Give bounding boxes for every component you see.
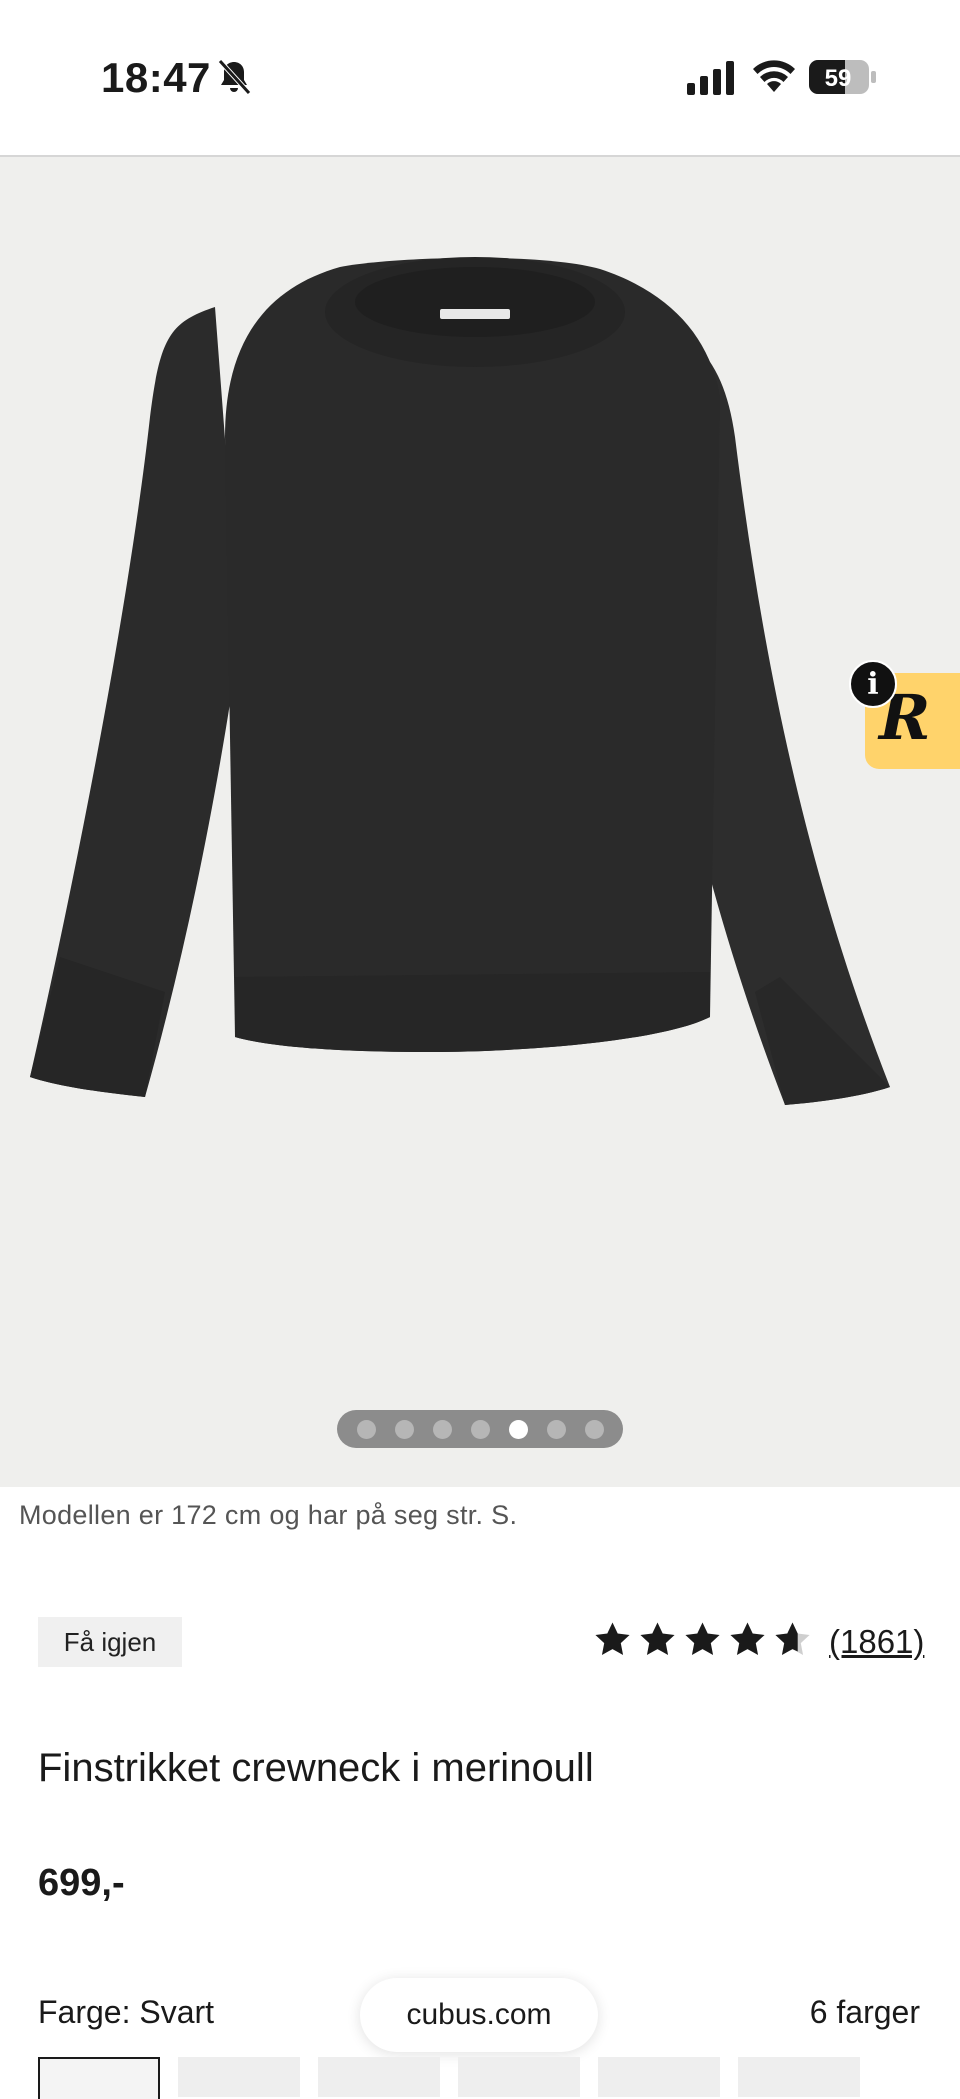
color-swatch[interactable] [738, 2057, 860, 2097]
star-icon [640, 1622, 675, 1655]
pager-dot[interactable] [546, 1419, 566, 1439]
pager-dot[interactable] [584, 1419, 604, 1439]
color-swatch[interactable] [598, 2057, 720, 2097]
wifi-icon [753, 60, 795, 92]
color-label: Farge: Svart [38, 1994, 215, 2030]
star-icon [685, 1622, 720, 1655]
image-pager[interactable] [337, 1410, 623, 1448]
battery-icon: 59 [808, 59, 878, 95]
star-icon [595, 1622, 630, 1655]
pager-dot[interactable] [394, 1419, 414, 1439]
battery-level: 59 [825, 65, 852, 92]
model-size-note: Modellen er 172 cm og har på seg str. S. [19, 1500, 518, 1530]
pager-dot-active[interactable] [508, 1419, 528, 1439]
color-swatch[interactable] [318, 2057, 440, 2097]
color-count: 6 farger [809, 1994, 920, 2030]
star-icon [730, 1622, 765, 1655]
pager-dot[interactable] [470, 1419, 490, 1439]
half-star-icon [775, 1622, 810, 1655]
tag-badge: Få igjen [38, 1617, 182, 1667]
color-swatch[interactable] [458, 2057, 580, 2097]
pager-dot[interactable] [356, 1419, 376, 1439]
star-rating[interactable] [593, 1620, 812, 1668]
color-swatch-selected[interactable] [38, 2057, 160, 2099]
bell-off-icon [218, 59, 251, 95]
status-time: 18:47 [101, 54, 211, 101]
status-bar: 18:47 59 [0, 0, 960, 157]
color-swatch[interactable] [178, 2057, 300, 2097]
cellular-signal-icon [687, 61, 734, 95]
color-swatch-list [38, 2057, 860, 2099]
product-price: 699,- [38, 1862, 125, 1904]
product-image-gallery[interactable] [0, 157, 960, 1487]
pager-dot[interactable] [432, 1419, 452, 1439]
browser-url-pill[interactable]: cubus.com [360, 1978, 598, 2052]
info-icon[interactable]: i [849, 660, 897, 708]
product-title: Finstrikket crewneck i merinoull [38, 1746, 594, 1790]
review-count-link[interactable]: (1861) [829, 1623, 924, 1661]
product-image[interactable] [20, 257, 900, 1277]
